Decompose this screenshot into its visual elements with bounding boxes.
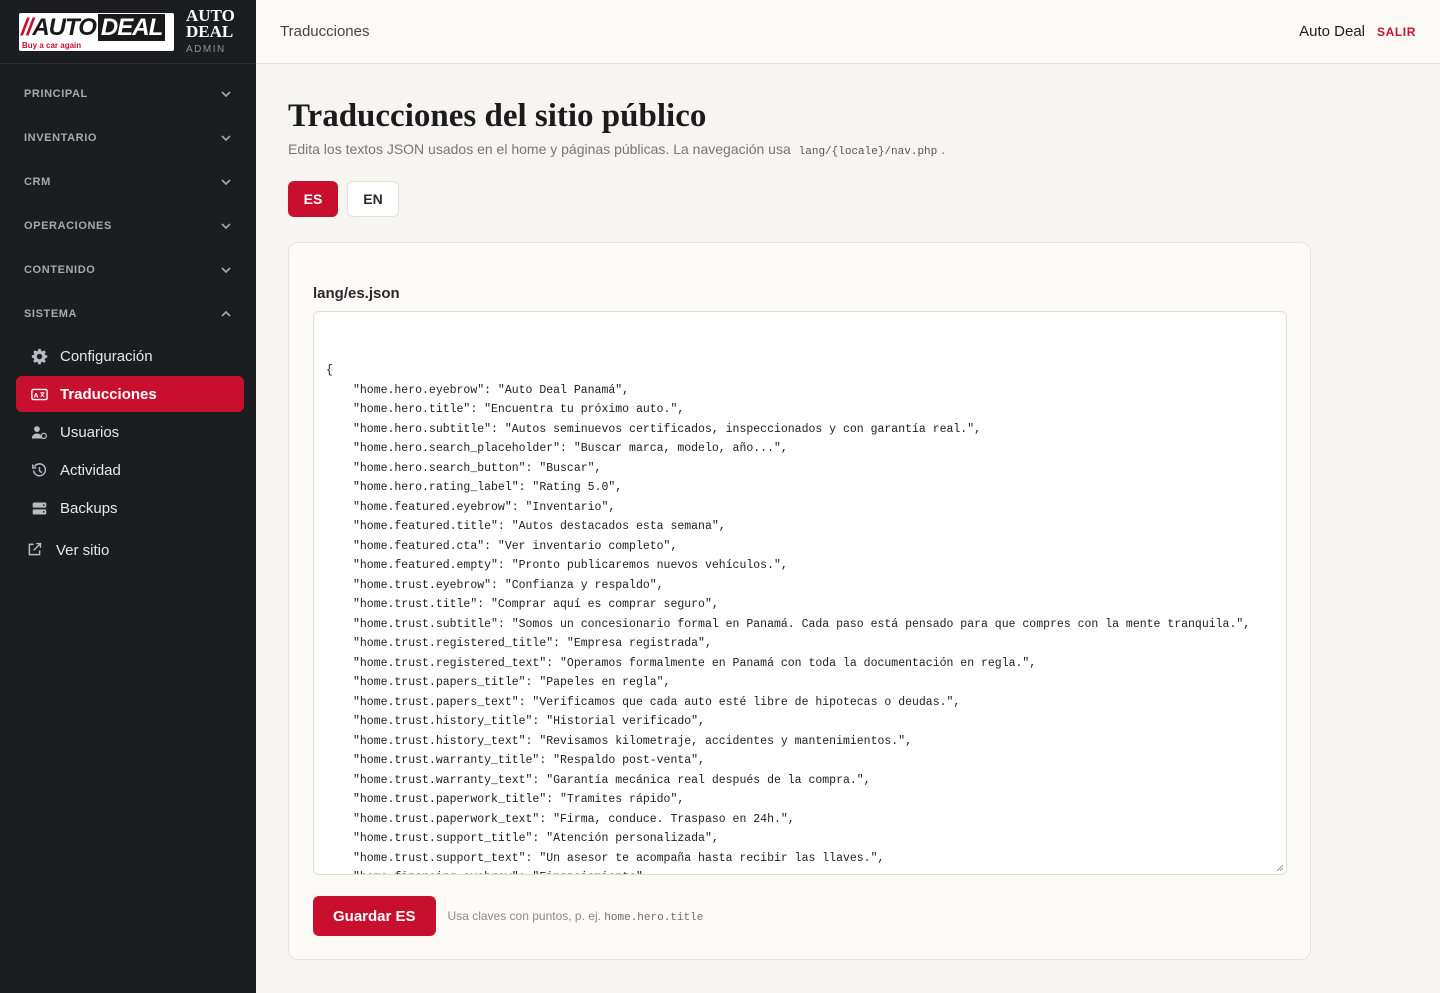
nav-group-label: PRINCIPAL	[24, 88, 88, 100]
json-line: "home.featured.empty": "Pronto publicare…	[353, 559, 788, 572]
file-label: lang/es.json	[313, 285, 400, 302]
nav-group-sistema[interactable]: SISTEMA	[0, 292, 256, 336]
json-line: "home.hero.eyebrow": "Auto Deal Panamá",	[353, 383, 630, 397]
nav-group-label: CONTENIDO	[24, 264, 96, 276]
nav-group-label: CRM	[24, 176, 51, 188]
chevron-down-icon	[220, 176, 232, 188]
user-menu: Auto Deal SALIR	[1299, 23, 1416, 40]
autodeal-logo[interactable]: //AUTO DEAL Buy a car again	[19, 12, 174, 51]
page-subtitle-suffix: .	[941, 141, 946, 157]
svg-text:A: A	[33, 392, 38, 399]
nav-group-label: SISTEMA	[24, 308, 78, 320]
nav-group-principal[interactable]: PRINCIPAL	[0, 72, 256, 116]
brand: //AUTO DEAL Buy a car again AUTO DEAL ADM…	[0, 0, 256, 64]
json-line: "home.trust.paperwork_title": "Tramites …	[353, 793, 685, 806]
sidebar-item-label: Configuración	[60, 347, 153, 365]
json-line: "home.hero.search_button": "Buscar",	[353, 461, 602, 475]
logo-tagline: Buy a car again	[22, 40, 82, 50]
chevron-down-icon	[220, 264, 232, 276]
history-icon	[30, 461, 48, 479]
ver-sitio-link[interactable]: Ver sitio	[12, 532, 244, 568]
sidebar: //AUTO DEAL Buy a car again AUTO DEAL ADM…	[0, 0, 256, 993]
card-actions: Guardar ES Usa claves con puntos, p. ej.…	[313, 896, 703, 936]
sidebar-item-label: Traducciones	[60, 385, 157, 403]
chevron-down-icon	[220, 88, 232, 100]
logo-auto: AUTO	[32, 13, 97, 41]
gear-icon	[30, 347, 48, 365]
json-line: "home.trust.subtitle": "Somos un concesi…	[353, 617, 1251, 631]
page-title: Traducciones del sitio público	[288, 98, 707, 134]
logout-button[interactable]: SALIR	[1377, 25, 1416, 39]
json-line: "home.trust.registered_title": "Empresa …	[353, 637, 712, 650]
translation-card: lang/es.json { "home.hero.eyebrow": "Auto…	[288, 242, 1311, 960]
json-line: "home.hero.subtitle": "Autos seminuevos …	[353, 422, 982, 436]
json-line: "home.trust.warranty_title": "Respaldo p…	[353, 754, 705, 767]
json-line: {	[326, 364, 333, 377]
json-line: "home.featured.cta": "Ver inventario com…	[353, 539, 678, 553]
tab-es[interactable]: ES	[288, 181, 338, 217]
logo-slashes: //	[21, 13, 33, 41]
json-line: "home.trust.registered_text": "Operamos …	[353, 656, 1037, 670]
hint-text: Usa claves con puntos, p. ej. home.hero.…	[448, 909, 704, 924]
nav-group-operaciones[interactable]: OPERACIONES	[0, 204, 256, 248]
language-tabs: ES EN	[288, 181, 1408, 217]
nav-group-label: INVENTARIO	[24, 132, 98, 144]
hint-prefix: Usa claves con puntos, p. ej.	[447, 908, 601, 923]
sidebar-item-backups[interactable]: Backups	[16, 490, 244, 526]
nav-group-inventario[interactable]: INVENTARIO	[0, 116, 256, 160]
json-line: "home.financing.eyebrow": "Financiamient…	[326, 868, 1274, 874]
database-icon	[30, 499, 48, 517]
json-line: "home.featured.eyebrow": "Inventario",	[353, 500, 616, 514]
json-line: "home.trust.support_title": "Atención pe…	[353, 832, 719, 845]
hint-code: home.hero.title	[604, 911, 704, 924]
sidebar-item-label: Usuarios	[60, 423, 120, 441]
json-line: "home.trust.papers_text": "Verificamos q…	[353, 695, 961, 709]
chevron-up-icon	[220, 308, 232, 320]
save-button[interactable]: Guardar ES	[313, 896, 436, 936]
json-line: "home.hero.search_placeholder": "Buscar …	[353, 442, 788, 455]
json-line: "home.trust.paperwork_text": "Firma, con…	[353, 812, 795, 826]
language-icon: A	[30, 385, 48, 403]
brand-admin-label: ADMIN	[186, 44, 226, 55]
json-line: "home.featured.title": "Autos destacados…	[353, 520, 726, 533]
json-line: "home.trust.title": "Comprar aquí es com…	[353, 598, 719, 611]
sidebar-item-label: Backups	[60, 499, 118, 517]
nav-group-contenido[interactable]: CONTENIDO	[0, 248, 256, 292]
tab-en[interactable]: EN	[347, 181, 399, 217]
sidebar-item-traducciones[interactable]: A Traducciones	[16, 376, 244, 412]
brand-title: AUTO DEAL ADMIN	[186, 7, 235, 55]
chevron-down-icon	[220, 132, 232, 144]
main-content: Traducciones del sitio público Edita los…	[256, 64, 1440, 993]
json-line: "home.trust.history_text": "Revisamos ki…	[353, 734, 912, 748]
json-line: "home.trust.eyebrow": "Confianza y respa…	[353, 578, 664, 592]
resize-handle-icon[interactable]	[1274, 862, 1284, 872]
sidebar-item-actividad[interactable]: Actividad	[16, 452, 244, 488]
chevron-down-icon	[220, 220, 232, 232]
logo-deal: DEAL	[97, 13, 166, 41]
users-icon	[30, 423, 48, 441]
nav-group-label: OPERACIONES	[24, 220, 112, 232]
page-subtitle-text: Edita los textos JSON usados en el home …	[288, 141, 791, 157]
user-name: Auto Deal	[1299, 23, 1365, 40]
json-line: "home.trust.support_text": "Un asesor te…	[353, 851, 885, 865]
ver-sitio-label: Ver sitio	[56, 541, 110, 559]
json-line: "home.hero.rating_label": "Rating 5.0",	[353, 481, 623, 494]
sidebar-nav: PRINCIPAL INVENTARIO CRM OPERACIONES CON…	[0, 64, 256, 568]
json-line: "home.trust.papers_title": "Papeles en r…	[353, 676, 671, 689]
breadcrumb: Traducciones	[280, 23, 370, 40]
json-line: "home.hero.title": "Encuentra tu próximo…	[353, 403, 685, 416]
external-link-icon	[26, 541, 44, 559]
json-line: "home.trust.warranty_text": "Garantía me…	[353, 773, 871, 787]
sidebar-item-configuracion[interactable]: Configuración	[16, 338, 244, 374]
page-subtitle: Edita los textos JSON usados en el home …	[288, 141, 1408, 158]
sidebar-item-label: Actividad	[60, 461, 121, 479]
json-line: "home.trust.history_title": "Historial v…	[353, 715, 705, 728]
page-subtitle-code: lang/{locale}/nav.php	[798, 146, 938, 158]
nav-group-crm[interactable]: CRM	[0, 160, 256, 204]
sidebar-item-usuarios[interactable]: Usuarios	[16, 414, 244, 450]
json-editor-textarea[interactable]: { "home.hero.eyebrow": "Auto Deal Panamá"…	[313, 311, 1287, 875]
topbar: Traducciones Auto Deal SALIR	[256, 0, 1440, 64]
brand-title-line2: DEAL	[186, 22, 234, 41]
